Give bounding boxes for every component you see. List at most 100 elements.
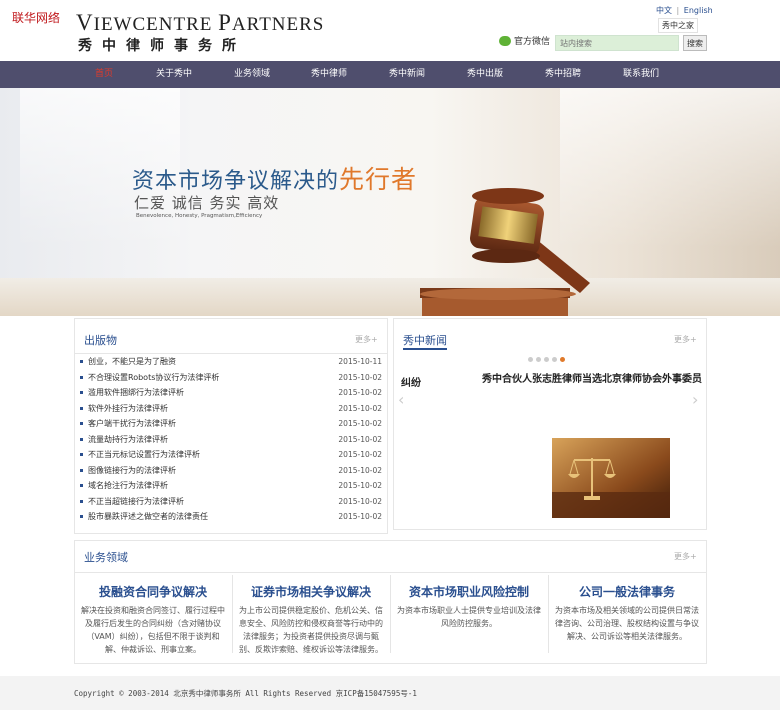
slide-caption[interactable]: 秀中合伙人张志胜律师当选北京律师协会外事委员 [482,374,702,386]
logo-english[interactable]: VIEWCENTRE PARTNERS [76,10,324,36]
news-title-underline [403,348,447,350]
slider-next-icon[interactable]: › [692,390,698,409]
nav-publications[interactable]: 秀中出版 [467,61,503,88]
business-item-title[interactable]: 资本市场职业风险控制 [394,583,544,600]
logo-word-2: ARTNERS [231,14,325,35]
banner-desk [0,278,780,316]
business-item-desc: 为资本市场及相关领域的公司提供日常法律咨询、公司治理、股权结构设置与争议解决、公… [555,606,699,641]
bullet-icon [80,406,83,410]
business-item-title[interactable]: 公司一般法律事务 [552,583,702,600]
publication-date: 2015-10-02 [338,372,382,382]
business-item-desc: 为资本市场职业人士提供专业培训及法律风险防控服务。 [397,606,541,628]
business-item-desc: 解决在投资和融资合同签订、履行过程中及履行后发生的合同纠纷（含对赌协议（VAM）… [81,606,225,654]
copyright-text: Copyright © 2003-2014 北京秀中律师事务所 All Righ… [74,689,417,698]
business-separator [390,575,391,653]
list-item[interactable]: 图像链接行为的法律评析 2015-10-02 [80,463,382,479]
main-nav: 首页 关于秀中 业务领域 秀中律师 秀中新闻 秀中出版 秀中招聘 联系我们 [0,61,780,88]
bullet-icon [80,437,83,441]
business-more-link[interactable]: 更多+ [674,551,697,562]
nav-practice-areas[interactable]: 业务领域 [234,61,270,88]
business-title[interactable]: 业务领域 [84,549,128,565]
bullet-icon [80,468,83,472]
wechat-label: 官方微信 [514,37,551,47]
wechat-icon [499,35,511,46]
list-item[interactable]: 不正当元标记设置行为法律评析 2015-10-02 [80,447,382,463]
list-item[interactable]: 滥用软件捆绑行为法律评析 2015-10-02 [80,385,382,401]
slider-dot[interactable] [544,357,549,362]
list-item[interactable]: 股市暴跌评述之做空者的法律责任 2015-10-02 [80,509,382,525]
news-title[interactable]: 秀中新闻 [403,332,447,348]
lang-separator: | [676,6,680,15]
publication-date: 2015-10-02 [338,419,382,429]
publication-title: 滥用软件捆绑行为法律评析 [88,388,184,398]
list-item[interactable]: 流量劫持行为法律评析 2015-10-02 [80,432,382,448]
publication-title: 客户端干扰行为法律评析 [88,419,176,429]
nav-news[interactable]: 秀中新闻 [389,61,425,88]
lang-english-link[interactable]: English [684,6,713,15]
bullet-icon [80,484,83,488]
logo-p-initial: P [218,10,232,35]
publication-title: 不正当元标记设置行为法律评析 [88,450,200,460]
logo-chinese[interactable]: 秀中律师事务所 [78,35,246,55]
publication-title: 股市暴跌评述之做空者的法律责任 [88,512,208,522]
news-photo-scales-image[interactable] [552,438,670,518]
wechat-link[interactable]: 官方微信 [499,34,550,47]
list-item[interactable]: 创业，不能只是为了融资 2015-10-11 [80,354,382,370]
slider-dot[interactable] [536,357,541,362]
nav-careers[interactable]: 秀中招聘 [545,61,581,88]
slider-dot[interactable] [528,357,533,362]
publication-title: 软件外挂行为法律评析 [88,403,168,413]
publication-date: 2015-10-02 [338,496,382,506]
publication-title: 不合理设置Robots协议行为法律评析 [88,372,220,382]
publication-title: 域名抢注行为法律评析 [88,481,168,491]
list-item[interactable]: 域名抢注行为法律评析 2015-10-02 [80,478,382,494]
language-switcher: 中文 | English [656,5,713,16]
list-item[interactable]: 软件外挂行为法律评析 2015-10-02 [80,401,382,417]
slide-prev-caption: 纠纷 [401,378,421,389]
publication-date: 2015-10-02 [338,450,382,460]
nav-contact[interactable]: 联系我们 [623,61,659,88]
nav-about[interactable]: 关于秀中 [156,61,192,88]
watermark-text: 联华网络 [12,11,61,25]
slider-dots [528,357,565,362]
business-divider [74,572,707,573]
slider-prev-icon[interactable]: ‹ [398,390,404,409]
search-button[interactable]: 搜索 [683,35,707,51]
list-item[interactable]: 不合理设置Robots协议行为法律评析 2015-10-02 [80,370,382,386]
news-more-link[interactable]: 更多+ [674,334,697,345]
search-input[interactable] [555,35,679,51]
publication-title: 流量劫持行为法律评析 [88,434,168,444]
gavel-icon [420,188,590,316]
publication-title: 不正当超链接行为法律评析 [88,496,184,506]
lang-chinese-link[interactable]: 中文 [656,6,672,15]
nav-home[interactable]: 首页 [95,61,113,88]
nav-lawyers[interactable]: 秀中律师 [311,61,347,88]
business-separator [548,575,549,653]
slider-dot-active[interactable] [560,357,565,362]
publications-more-link[interactable]: 更多+ [355,334,378,345]
publication-title: 图像链接行为的法律评析 [88,465,176,475]
bullet-icon [80,391,83,395]
banner-headline: 资本市场争议解决的先行者 [132,160,417,196]
banner-headline-highlight: 先行者 [339,165,418,194]
bullet-icon [80,422,83,426]
publication-date: 2015-10-02 [338,434,382,444]
home-community-link[interactable]: 秀中之家 [658,18,698,33]
publication-date: 2015-10-02 [338,403,382,413]
business-item-title[interactable]: 证券市场相关争议解决 [236,583,386,600]
banner-values: 仁爱 诚信 务实 高效 [134,194,280,212]
logo-v-initial: V [76,10,94,35]
publication-date: 2015-10-11 [338,357,382,367]
hero-banner[interactable]: 资本市场争议解决的先行者 仁爱 诚信 务实 高效 Benevolence, Ho… [0,88,780,316]
banner-values-english: Benevolence, Honesty, Pragmatism,Efficie… [136,213,263,219]
bullet-icon [80,360,83,364]
bullet-icon [80,515,83,519]
bullet-icon [80,499,83,503]
list-item[interactable]: 客户端干扰行为法律评析 2015-10-02 [80,416,382,432]
list-item[interactable]: 不正当超链接行为法律评析 2015-10-02 [80,494,382,510]
logo-word-1: IEWCENTRE [93,14,219,35]
slider-dot[interactable] [552,357,557,362]
publication-title: 创业，不能只是为了融资 [88,357,176,367]
business-item-title[interactable]: 投融资合同争议解决 [78,583,228,600]
publications-title[interactable]: 出版物 [84,332,117,348]
